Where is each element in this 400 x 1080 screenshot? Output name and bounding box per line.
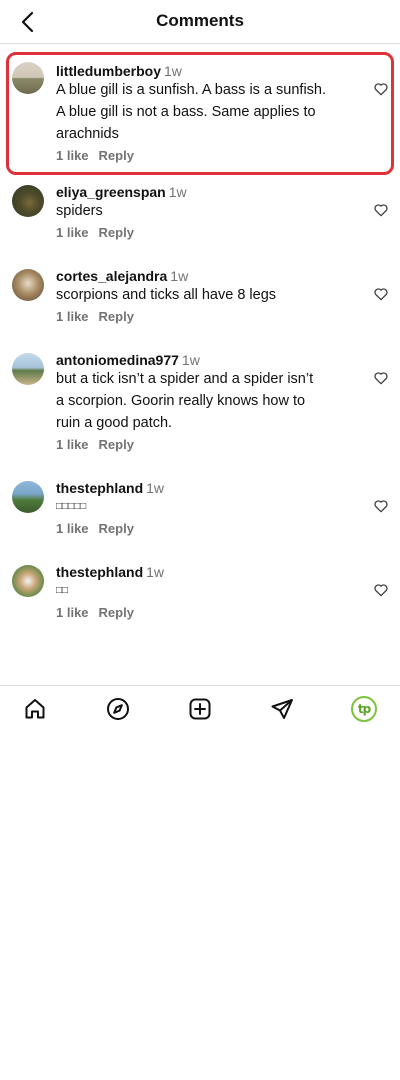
comment-text-line: scorpions and ticks all have 8 legs [56,287,277,303]
comment-text-line: arachnids [56,126,119,142]
create-icon [189,698,211,720]
comment-username[interactable]: littledumberboy [56,63,161,79]
avatar[interactable] [12,565,44,597]
avatar[interactable] [12,185,44,217]
comment-actions: 1 like Reply [56,225,348,241]
profile-initials: tp [357,702,371,716]
likes-count[interactable]: 1 like [56,521,89,536]
nav-messages-button[interactable] [269,696,295,722]
heart-icon[interactable] [373,370,389,386]
heart-icon[interactable] [373,81,389,97]
comment-actions: 1 like Reply [56,605,348,621]
bottom-nav: tp [0,685,400,731]
profile-avatar: tp [351,696,377,722]
likes-count[interactable]: 1 like [56,309,89,324]
comment-username[interactable]: antoniomedina977 [56,352,179,368]
comment-item: eliya_greenspan 1w spiders 1 like Reply [0,183,400,250]
page-title: Comments [156,11,244,30]
comment-time: 1w [146,480,165,496]
header: Comments [0,0,400,44]
comment-item: antoniomedina977 1w but a tick isn’t a sp… [0,351,400,462]
comments-screen: Comments littledumberboy 1w A blue gill i… [0,0,400,1080]
nav-create-button[interactable] [187,696,213,722]
comment-text-line: □□□□□ [56,501,87,512]
home-icon [25,699,45,719]
comment-item: littledumberboy 1w A blue gill is a sunfi… [6,52,394,175]
avatar[interactable] [12,353,44,385]
likes-count[interactable]: 1 like [56,605,89,620]
comment-text-line: □□ [56,585,69,596]
reply-button[interactable]: Reply [99,605,134,620]
comment-item: thestephland 1w □□ 1 like Reply [0,563,400,630]
comment-item: thestephland 1w □□□□□ 1 like Reply [0,479,400,546]
heart-icon[interactable] [373,202,389,218]
comment-text-line: but a tick isn’t a spider and a spider i… [56,371,314,387]
likes-count[interactable]: 1 like [56,437,89,452]
reply-button[interactable]: Reply [99,148,134,163]
comment-time: 1w [168,184,187,200]
send-icon [271,699,293,719]
comment-time: 1w [146,564,165,580]
comment-item: cortes_alejandra 1w scorpions and ticks a… [0,267,400,334]
heart-icon[interactable] [373,498,389,514]
nav-home-button[interactable] [22,696,48,722]
heart-icon[interactable] [373,286,389,302]
comment-actions: 1 like Reply [56,521,348,537]
comment-list: littledumberboy 1w A blue gill is a sunfi… [0,52,400,630]
comment-text-line: ruin a good patch. [56,415,173,431]
comment-username[interactable]: cortes_alejandra [56,268,167,284]
likes-count[interactable]: 1 like [56,148,89,163]
nav-profile-button[interactable]: tp [351,696,377,722]
comment-time: 1w [164,63,182,79]
avatar[interactable] [12,62,44,94]
comment-text-line: A blue gill is a sunfish. A bass is a su… [56,82,327,98]
avatar[interactable] [12,269,44,301]
comment-text-line: a scorpion. Goorin really knows how to [56,393,306,409]
reply-button[interactable]: Reply [99,521,134,536]
comment-username[interactable]: thestephland [56,480,143,496]
comment-time: 1w [170,268,189,284]
explore-icon [107,698,129,720]
heart-icon[interactable] [373,582,389,598]
nav-explore-button[interactable] [105,696,131,722]
comment-actions: 1 like Reply [56,148,348,164]
comment-text-line: spiders [56,203,103,219]
comment-actions: 1 like Reply [56,437,348,453]
comment-text-line: A blue gill is not a bass. Same applies … [56,104,316,120]
comment-username[interactable]: thestephland [56,564,143,580]
avatar[interactable] [12,481,44,513]
reply-button[interactable]: Reply [99,309,134,324]
comment-username[interactable]: eliya_greenspan [56,184,166,200]
comment-time: 1w [181,352,200,368]
likes-count[interactable]: 1 like [56,225,89,240]
reply-button[interactable]: Reply [99,437,134,452]
comment-actions: 1 like Reply [56,309,348,325]
reply-button[interactable]: Reply [99,225,134,240]
